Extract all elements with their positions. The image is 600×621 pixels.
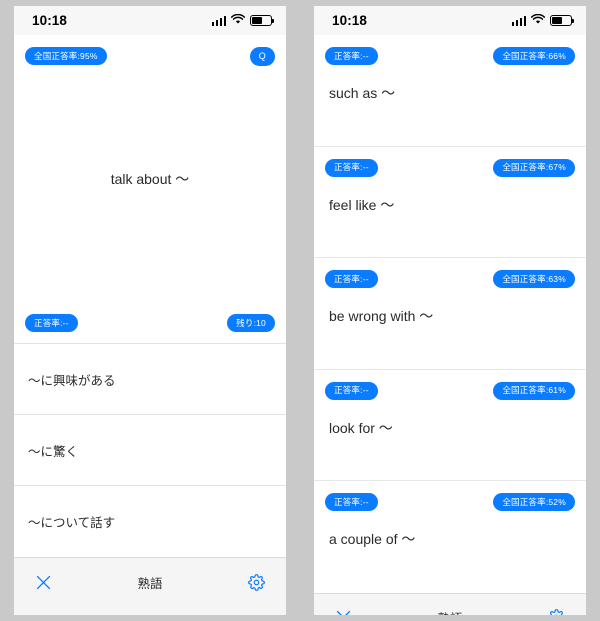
national-accuracy-badge: 全国正答率:52%	[493, 493, 575, 511]
question-hint-button[interactable]: Q	[249, 47, 275, 66]
bottom-toolbar: 熟語	[14, 557, 286, 606]
my-accuracy-badge: 正答率:--	[325, 381, 378, 400]
home-indicator[interactable]	[95, 614, 205, 615]
cellular-signal-icon	[511, 15, 526, 26]
remaining-count-badge: 残り:10	[227, 314, 275, 332]
bottom-toolbar: 熟語	[314, 592, 586, 615]
screenshot-root: 10:18 全国正答率:95% Q talk about 〜 正答率:-- 残り…	[0, 0, 600, 621]
answer-choice-2[interactable]: 〜に驚く	[14, 415, 286, 486]
gear-icon[interactable]	[546, 607, 568, 615]
phrase-text: look for 〜	[329, 419, 393, 436]
right-phone-screen: 10:18 正答率:-- 全国正答率:66% such as 〜 正答率:-- …	[314, 6, 586, 615]
list-item[interactable]: 正答率:-- 全国正答率:61% look for 〜	[314, 370, 586, 481]
status-bar-icons	[511, 12, 575, 30]
wifi-icon	[230, 12, 246, 30]
national-accuracy-badge: 全国正答率:66%	[493, 47, 575, 65]
toolbar-title: 熟語	[137, 576, 163, 591]
question-text: talk about 〜	[110, 171, 190, 188]
my-accuracy-badge: 正答率:--	[325, 493, 378, 511]
quiz-card-header: 全国正答率:95% Q	[14, 35, 286, 66]
phrase-badges: 正答率:-- 全国正答率:66%	[325, 47, 575, 65]
my-accuracy-badge: 正答率:--	[325, 158, 378, 177]
left-phone-screen: 10:18 全国正答率:95% Q talk about 〜 正答率:-- 残り…	[14, 6, 286, 615]
cellular-signal-icon	[211, 15, 226, 26]
national-accuracy-badge: 全国正答率:95%	[25, 47, 107, 65]
list-item[interactable]: 正答率:-- 全国正答率:52% a couple of 〜	[314, 481, 586, 593]
phrase-text: be wrong with 〜	[329, 308, 434, 324]
quiz-card-footer: 正答率:-- 残り:10	[14, 314, 286, 332]
home-indicator-area	[14, 606, 286, 615]
national-accuracy-badge: 全国正答率:61%	[493, 381, 575, 400]
my-accuracy-badge: 正答率:--	[325, 47, 378, 65]
battery-icon	[250, 15, 275, 26]
national-accuracy-badge: 全国正答率:67%	[493, 158, 575, 177]
status-bar-time: 10:18	[32, 13, 68, 28]
status-bar-time: 10:18	[332, 13, 368, 28]
battery-icon	[550, 15, 575, 26]
phrase-text: a couple of 〜	[329, 531, 416, 547]
left-phone-frame: 10:18 全国正答率:95% Q talk about 〜 正答率:-- 残り…	[0, 0, 300, 621]
answer-choice-1[interactable]: 〜に興味がある	[14, 344, 286, 415]
toolbar-title: 熟語	[437, 608, 462, 615]
answer-choice-3[interactable]: 〜について話す	[14, 486, 286, 557]
status-bar: 10:18	[314, 6, 586, 35]
phrase-badges: 正答率:-- 全国正答率:67%	[325, 158, 575, 177]
status-bar-icons	[211, 12, 275, 30]
gear-icon[interactable]	[246, 571, 268, 593]
answer-choice-list: 〜に興味がある 〜に驚く 〜について話す	[14, 344, 286, 557]
phrase-list: 正答率:-- 全国正答率:66% such as 〜 正答率:-- 全国正答率:…	[314, 35, 586, 593]
right-phone-frame: 10:18 正答率:-- 全国正答率:66% such as 〜 正答率:-- …	[300, 0, 600, 621]
list-item[interactable]: 正答率:-- 全国正答率:66% such as 〜	[314, 35, 586, 147]
wifi-icon	[530, 12, 546, 30]
phrase-text: feel like 〜	[329, 196, 395, 213]
close-icon[interactable]	[32, 571, 54, 593]
my-accuracy-badge: 正答率:--	[325, 270, 378, 288]
status-bar: 10:18	[14, 6, 286, 35]
close-icon[interactable]	[332, 607, 354, 615]
list-item[interactable]: 正答率:-- 全国正答率:63% be wrong with 〜	[314, 258, 586, 370]
list-item[interactable]: 正答率:-- 全国正答率:67% feel like 〜	[314, 147, 586, 258]
phrase-badges: 正答率:-- 全国正答率:63%	[325, 270, 575, 288]
phrase-text: such as 〜	[329, 85, 396, 101]
phrase-badges: 正答率:-- 全国正答率:52%	[325, 493, 575, 511]
my-accuracy-badge: 正答率:--	[25, 314, 78, 332]
quiz-card: 全国正答率:95% Q talk about 〜 正答率:-- 残り:10	[14, 35, 286, 344]
phrase-badges: 正答率:-- 全国正答率:61%	[325, 381, 575, 400]
national-accuracy-badge: 全国正答率:63%	[493, 270, 575, 288]
